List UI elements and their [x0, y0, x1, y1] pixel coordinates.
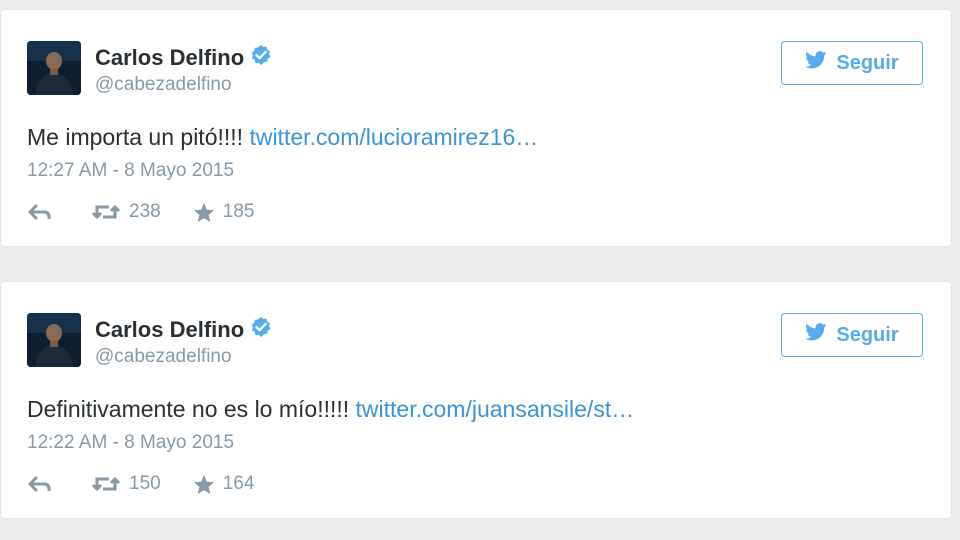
reply-button[interactable]: [27, 202, 53, 222]
twitter-bird-icon: [805, 323, 827, 347]
author-name[interactable]: Carlos Delfino: [95, 44, 272, 72]
twitter-bird-icon: [805, 51, 827, 75]
tweet-card: Carlos Delfino @cabezadelfino Seguir Me …: [0, 9, 952, 247]
favorite-count: 185: [222, 201, 255, 222]
author-name[interactable]: Carlos Delfino: [95, 316, 272, 344]
star-icon: [193, 474, 215, 495]
tweet-link[interactable]: twitter.com/lucioramirez16…: [249, 124, 538, 150]
tweet-text-body: Me importa un pitó!!!!: [27, 124, 250, 150]
favorite-button[interactable]: 164: [193, 473, 255, 495]
retweet-icon: [91, 474, 121, 494]
verified-badge-icon: [250, 44, 272, 72]
tweet-card: Carlos Delfino @cabezadelfino Seguir Def…: [0, 281, 952, 519]
author-name-text[interactable]: Carlos Delfino: [95, 317, 244, 343]
tweet-timestamp[interactable]: 12:22 AM - 8 Mayo 2015: [27, 432, 234, 454]
follow-button[interactable]: Seguir: [781, 41, 923, 85]
follow-button-label[interactable]: Seguir: [836, 324, 898, 347]
avatar[interactable]: [27, 313, 81, 367]
author-handle[interactable]: @cabezadelfino: [95, 74, 232, 96]
author-handle[interactable]: @cabezadelfino: [95, 346, 232, 368]
follow-button-label[interactable]: Seguir: [836, 52, 898, 75]
reply-icon: [27, 202, 53, 222]
follow-button[interactable]: Seguir: [781, 313, 923, 357]
tweet-actions: 238 185: [27, 200, 254, 224]
favorite-count: 164: [222, 473, 255, 494]
reply-icon: [27, 474, 53, 494]
tweet-text: Me importa un pitó!!!! twitter.com/lucio…: [27, 124, 538, 151]
retweet-count: 150: [129, 473, 161, 494]
tweet-text: Definitivamente no es lo mío!!!!! twitte…: [27, 396, 634, 423]
avatar[interactable]: [27, 41, 81, 95]
retweet-count: 238: [129, 201, 161, 222]
verified-badge-icon: [250, 316, 272, 344]
author-name-text[interactable]: Carlos Delfino: [95, 45, 244, 71]
retweet-icon: [91, 202, 121, 222]
favorite-button[interactable]: 185: [193, 201, 255, 223]
tweet-timestamp[interactable]: 12:27 AM - 8 Mayo 2015: [27, 160, 234, 182]
retweet-button[interactable]: 238: [91, 201, 161, 223]
tweet-actions: 150 164: [27, 472, 254, 496]
retweet-button[interactable]: 150: [91, 473, 161, 495]
tweet-link[interactable]: twitter.com/juansansile/st…: [356, 396, 635, 422]
tweet-text-body: Definitivamente no es lo mío!!!!!: [27, 396, 356, 422]
star-icon: [193, 202, 215, 223]
reply-button[interactable]: [27, 474, 53, 494]
